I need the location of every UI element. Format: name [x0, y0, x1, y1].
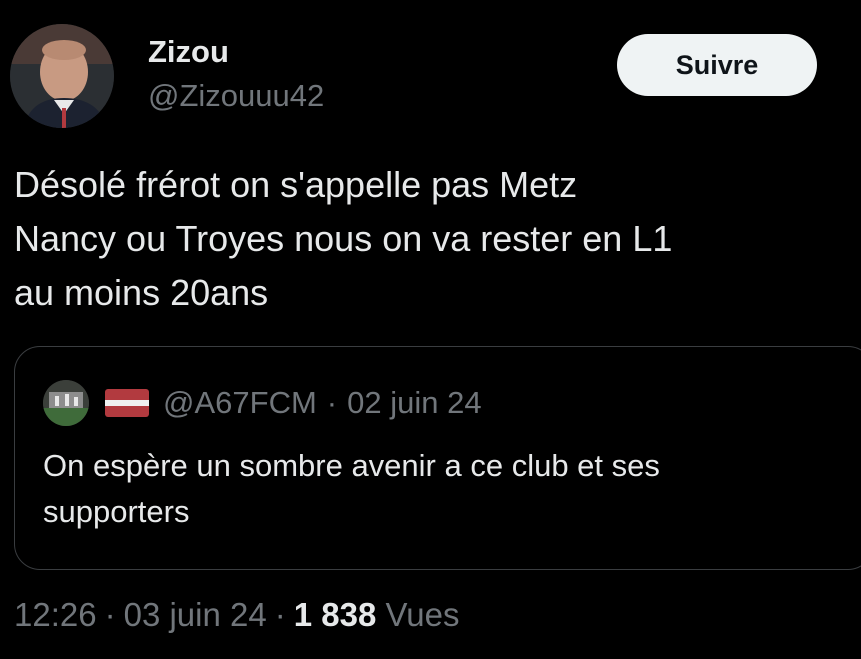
author-display-name[interactable]: Zizou	[148, 32, 324, 72]
tweet-header: Zizou @Zizouuu42 Suivre	[10, 24, 861, 134]
follow-button[interactable]: Suivre	[617, 34, 817, 96]
separator-dot: ·	[104, 596, 116, 633]
quoted-tweet-card[interactable]: @A67FCM · 02 juin 24 On espère un sombre…	[14, 346, 861, 570]
latvia-flag-icon	[105, 389, 149, 417]
quoted-author-handle[interactable]: @A67FCM	[163, 385, 317, 421]
tweet-meta: 12:26 · 03 juin 24 · 1 838 Vues	[14, 592, 459, 638]
quoted-tweet-text: On espère un sombre avenir a ce club et …	[43, 443, 853, 535]
quoted-tweet-header: @A67FCM · 02 juin 24	[43, 380, 482, 426]
author-avatar[interactable]	[10, 24, 114, 128]
quoted-text-line: supporters	[43, 494, 190, 529]
separator-dot: ·	[274, 596, 286, 633]
tweet-text-line: Désolé frérot on s'appelle pas Metz	[14, 164, 578, 205]
views-count: 1 838	[293, 596, 377, 633]
tweet-time[interactable]: 12:26	[14, 596, 97, 633]
quoted-text-line: On espère un sombre avenir a ce club et …	[43, 448, 660, 483]
tweet-text-line: Nancy ou Troyes nous on va rester en L1	[14, 218, 673, 259]
views-label: Vues	[385, 596, 460, 633]
quoted-avatar-image	[43, 380, 89, 426]
avatar-image	[10, 24, 114, 128]
tweet-date[interactable]: 03 juin 24	[124, 596, 267, 633]
separator-dot: ·	[326, 385, 338, 420]
quoted-author-avatar[interactable]	[43, 380, 89, 426]
more-vertical-icon[interactable]	[850, 50, 861, 90]
tweet-text: Désolé frérot on s'appelle pas Metz Nanc…	[14, 158, 859, 320]
author-names: Zizou @Zizouuu42	[148, 32, 324, 116]
tweet-text-line: au moins 20ans	[14, 272, 269, 313]
author-handle[interactable]: @Zizouuu42	[148, 76, 324, 116]
quoted-tweet-date: 02 juin 24	[347, 385, 482, 420]
